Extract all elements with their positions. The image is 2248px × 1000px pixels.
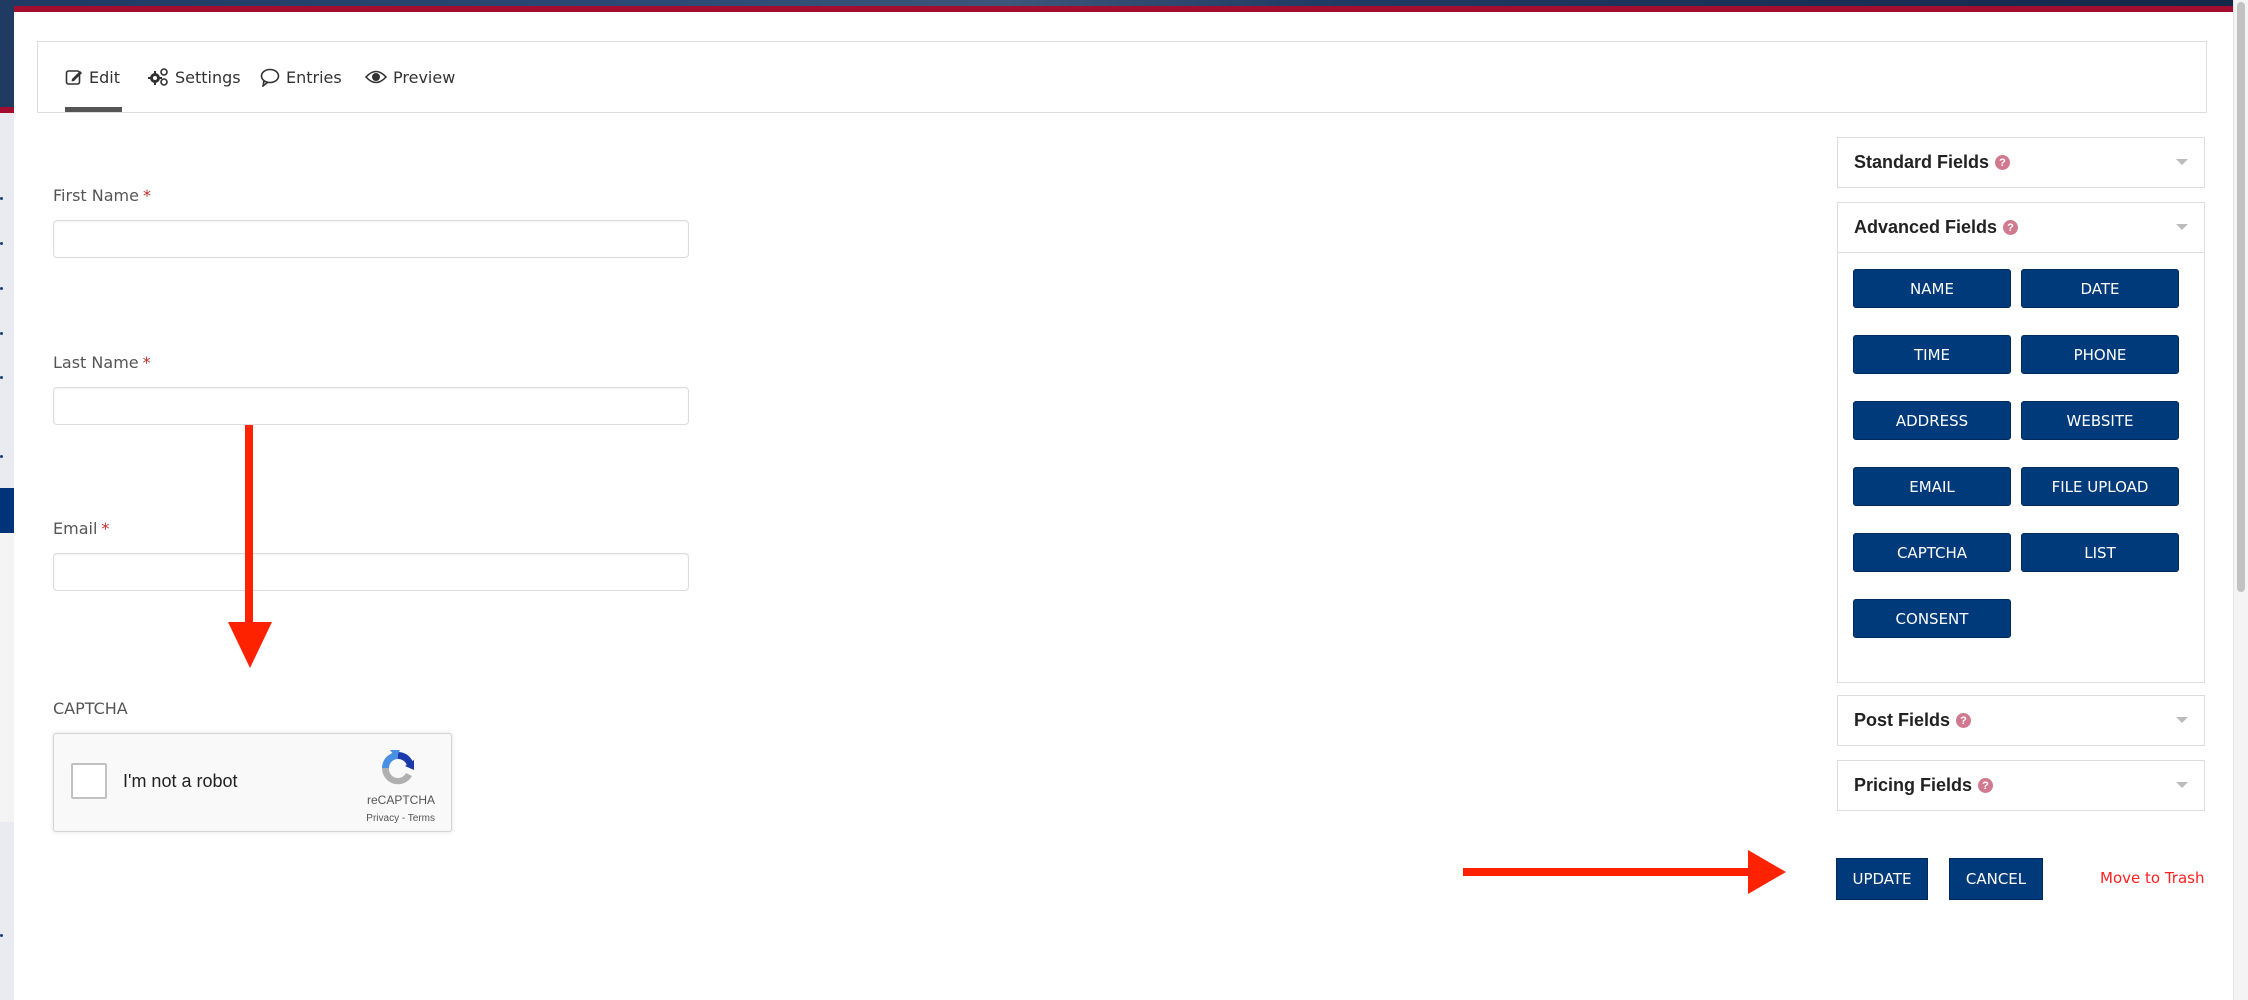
sidebar-item-marker[interactable]	[0, 376, 3, 379]
last-name-input[interactable]	[53, 387, 689, 425]
update-button[interactable]: UPDATE	[1836, 858, 1928, 900]
annotation-arrow-right	[1463, 868, 1753, 876]
help-icon[interactable]: ?	[1978, 778, 1994, 793]
comment-icon	[260, 67, 280, 87]
annotation-arrow-down-head	[228, 622, 272, 668]
label-text: Last Name	[53, 353, 139, 372]
sidebar-active-item[interactable]	[0, 488, 14, 533]
sidebar-header	[0, 0, 14, 107]
scrollbar-thumb[interactable]	[2237, 2, 2245, 592]
sidebar-accent-bar	[0, 107, 14, 113]
add-time-field-button[interactable]: TIME	[1853, 335, 2011, 374]
tab-label: Preview	[393, 67, 456, 87]
recaptcha-logo-icon	[376, 746, 420, 795]
panel-title: Post Fields	[1854, 710, 1951, 730]
annotation-arrow-down	[245, 425, 253, 625]
add-website-field-button[interactable]: WEBSITE	[2021, 401, 2179, 440]
first-name-label: First Name *	[53, 186, 151, 206]
last-name-label: Last Name *	[53, 353, 151, 373]
recaptcha-prompt: I'm not a robot	[123, 771, 238, 791]
email-label: Email *	[53, 519, 109, 539]
cancel-button[interactable]: CANCEL	[1949, 858, 2043, 900]
sidebar-item-marker[interactable]	[0, 197, 3, 200]
add-file-upload-field-button[interactable]: FILE UPLOAD	[2021, 467, 2179, 506]
eye-icon	[365, 69, 387, 85]
chevron-down-icon[interactable]	[2176, 224, 2188, 230]
add-email-field-button[interactable]: EMAIL	[1853, 467, 2011, 506]
sidebar-item-marker[interactable]	[0, 332, 3, 335]
pricing-fields-panel: Pricing Fields ?	[1837, 760, 2205, 811]
tab-entries[interactable]: Entries	[260, 64, 342, 90]
required-asterisk: *	[142, 186, 151, 205]
standard-fields-panel: Standard Fields ?	[1837, 137, 2205, 188]
label-text: Email	[53, 519, 98, 538]
required-asterisk: *	[101, 519, 110, 538]
sidebar-item-marker[interactable]	[0, 287, 3, 290]
add-name-field-button[interactable]: NAME	[1853, 269, 2011, 308]
tab-settings[interactable]: Settings	[147, 64, 241, 90]
active-tab-indicator	[65, 107, 122, 112]
gears-icon	[147, 67, 169, 87]
recaptcha-brand: reCAPTCHA	[366, 793, 435, 807]
annotation-arrow-right-head	[1748, 850, 1786, 894]
move-to-trash-link[interactable]: Move to Trash	[2100, 869, 2204, 887]
first-name-input[interactable]	[53, 220, 689, 258]
chevron-down-icon[interactable]	[2176, 782, 2188, 788]
add-consent-field-button[interactable]: CONSENT	[1853, 599, 2011, 638]
edit-icon	[65, 68, 83, 86]
panel-title: Standard Fields	[1854, 152, 1990, 172]
tab-label: Settings	[175, 67, 241, 87]
email-input[interactable]	[53, 553, 689, 591]
help-icon[interactable]: ?	[2003, 220, 2019, 235]
add-phone-field-button[interactable]: PHONE	[2021, 335, 2179, 374]
sidebar-item-marker[interactable]	[0, 242, 3, 245]
add-captcha-field-button[interactable]: CAPTCHA	[1853, 533, 2011, 572]
help-icon[interactable]: ?	[1995, 155, 2011, 170]
add-list-field-button[interactable]: LIST	[2021, 533, 2179, 572]
chevron-down-icon[interactable]	[2176, 159, 2188, 165]
add-address-field-button[interactable]: ADDRESS	[1853, 401, 2011, 440]
sidebar-item-marker[interactable]	[0, 934, 3, 937]
form-editor-tabs: Edit Settings Entries Preview	[37, 41, 2207, 113]
tab-preview[interactable]: Preview	[365, 64, 455, 90]
panel-title: Advanced Fields	[1854, 217, 1998, 237]
not-a-robot-checkbox[interactable]	[71, 763, 107, 799]
post-fields-header[interactable]: Post Fields ?	[1838, 696, 2204, 745]
recaptcha-widget: I'm not a robot reCAPTCHA Privacy - Term…	[53, 733, 452, 832]
panel-title: Pricing Fields	[1854, 775, 1973, 795]
post-fields-panel: Post Fields ?	[1837, 695, 2205, 746]
sidebar-submenu	[0, 533, 14, 822]
advanced-fields-panel: Advanced Fields ? NAME DATE TIME PHONE A…	[1837, 202, 2205, 683]
label-text: First Name	[53, 186, 139, 205]
header-accent-bar	[14, 6, 2233, 12]
tab-label: Edit	[89, 67, 120, 87]
captcha-label: CAPTCHA	[53, 699, 128, 718]
pricing-fields-header[interactable]: Pricing Fields ?	[1838, 761, 2204, 810]
help-icon[interactable]: ?	[1956, 713, 1972, 728]
standard-fields-header[interactable]: Standard Fields ?	[1838, 138, 2204, 187]
required-asterisk: *	[142, 353, 151, 372]
advanced-fields-buttons: NAME DATE TIME PHONE ADDRESS WEBSITE EMA…	[1838, 252, 2204, 638]
sidebar-item-marker[interactable]	[0, 455, 3, 458]
tab-label: Entries	[286, 67, 342, 87]
add-date-field-button[interactable]: DATE	[2021, 269, 2179, 308]
chevron-down-icon[interactable]	[2176, 717, 2188, 723]
admin-sidebar-strip	[0, 0, 14, 1000]
tab-edit[interactable]: Edit	[65, 64, 120, 90]
advanced-fields-header[interactable]: Advanced Fields ?	[1838, 203, 2204, 252]
recaptcha-privacy-terms-link[interactable]: Privacy - Terms	[366, 813, 435, 824]
